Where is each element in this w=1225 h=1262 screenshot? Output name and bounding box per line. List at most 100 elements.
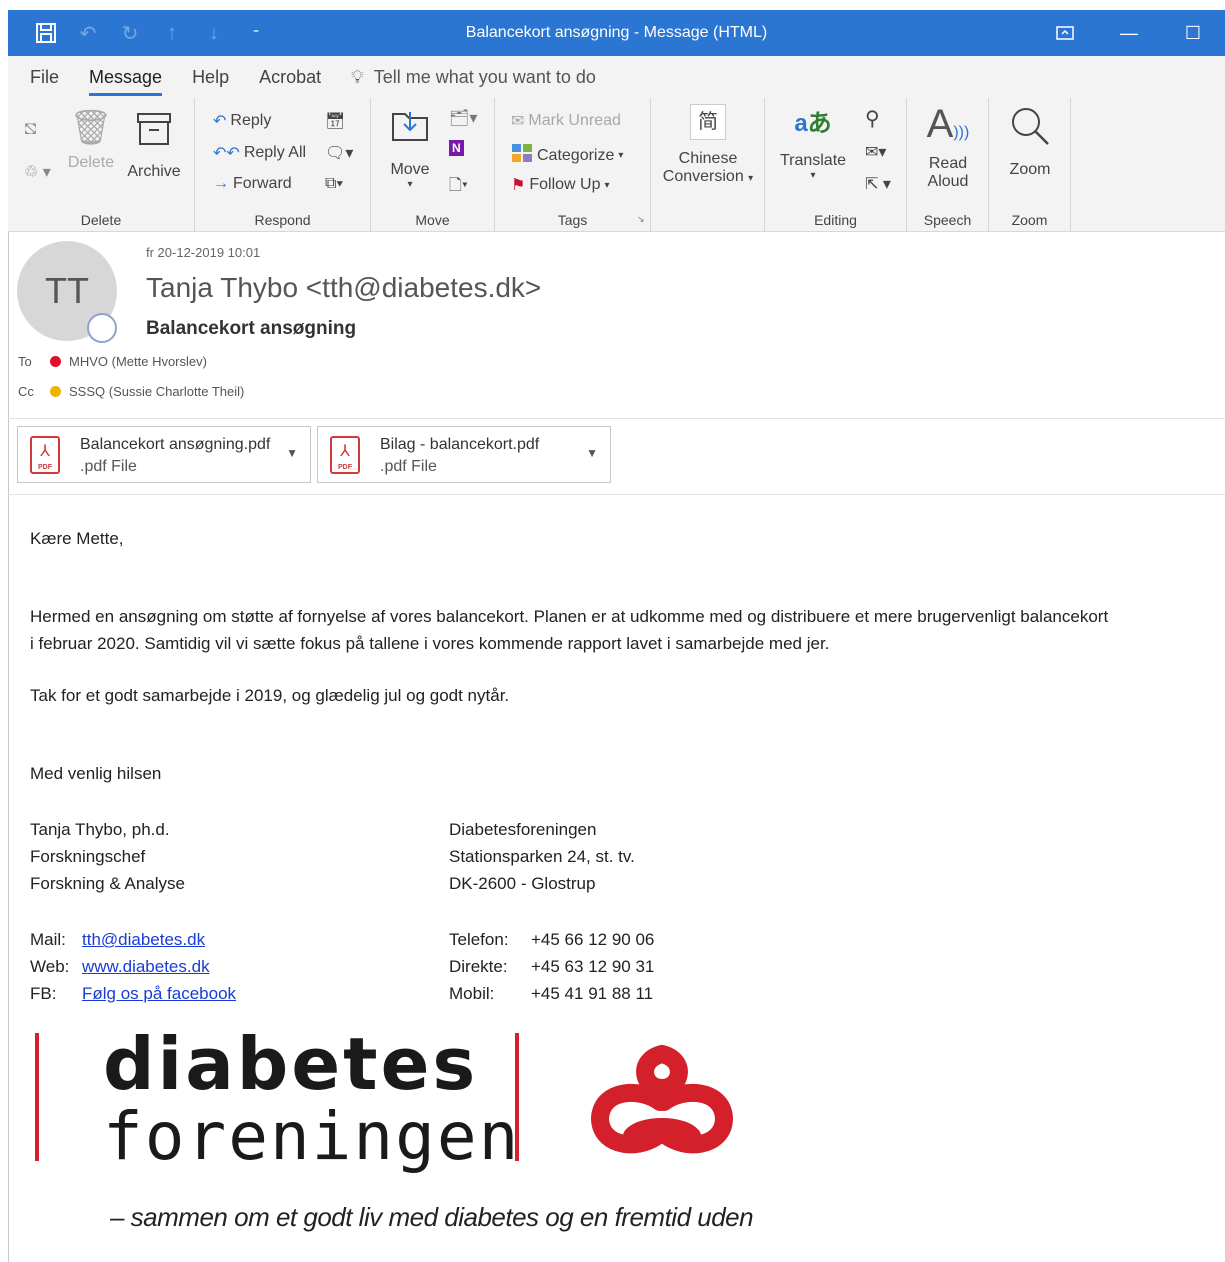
reply-button[interactable]: ↶ Reply [213, 111, 271, 131]
envelope-icon: ✉ [511, 113, 525, 130]
tab-help[interactable]: Help [192, 67, 229, 88]
away-status-icon [50, 386, 61, 397]
delete-button[interactable]: 🗑︎ Delete [66, 108, 116, 172]
body-paragraph-2: Tak for et godt samarbejde i 2019, og gl… [30, 686, 510, 705]
select-icon[interactable]: ⇱ ▾ [865, 174, 891, 194]
sent-date: fr 20-12-2019 10:01 [146, 245, 261, 260]
chinese-conversion-button[interactable]: 简 Chinese Conversion ▾ [657, 104, 759, 186]
ribbon: ⛞ ♲ ▾ 🗑︎ Delete Archive Delete ↶ Reply ↶↶… [8, 98, 1225, 232]
more-respond-icon[interactable]: ⧉▾ [325, 175, 343, 193]
chinese-conversion-label2: Conversion ▾ [662, 168, 754, 185]
ignore-icon[interactable]: ⛞ [24, 120, 37, 140]
signature-city: DK-2600 - Glostrup [449, 874, 596, 893]
signature-role: Forskningschef [30, 847, 146, 866]
sender-name[interactable]: Tanja Thybo <tth@diabetes.dk> [146, 272, 541, 304]
title-bar: ↶ ↻ ↑ ↓ ⁼ Balancekort ansøgning - Messag… [8, 10, 1225, 56]
im-reply-icon[interactable]: 🗨︎▾ [325, 143, 353, 163]
attachment-name: Bilag - balancekort.pdf [380, 436, 540, 453]
busy-status-icon [50, 356, 61, 367]
header-separator [8, 418, 1225, 419]
signature-street: Stationsparken 24, st. tv. [449, 847, 635, 866]
to-row: To MHVO (Mette Hvorslev) [18, 354, 207, 369]
zoom-button[interactable]: Zoom [995, 104, 1065, 179]
chevron-down-icon[interactable]: ▼ [586, 446, 598, 460]
categorize-button[interactable]: Categorize ▾ [511, 143, 623, 168]
cc-label: Cc [18, 384, 34, 399]
attachment-type: .pdf File [80, 458, 137, 475]
translate-button[interactable]: aあ Translate ▾ [779, 104, 847, 181]
follow-up-button[interactable]: ⚑ Follow Up ▾ [511, 175, 610, 195]
signature-links-block: Mail: tth@diabetes.dk Web: www.diabetes.dk… [30, 930, 237, 1003]
group-respond: ↶ Reply ↶↶ Reply All → Forward 📅︎ 🗨︎▾ ⧉▾ Re… [195, 98, 371, 232]
flag-icon: ⚑ [511, 177, 526, 194]
move-folder-icon [385, 104, 435, 153]
email-link[interactable]: tth@diabetes.dk [82, 930, 205, 949]
group-delete: ⛞ ♲ ▾ 🗑︎ Delete Archive Delete [8, 98, 195, 232]
presence-status-icon [87, 313, 117, 343]
rules-icon[interactable]: 🗂︎▾ [449, 108, 477, 128]
group-editing: aあ Translate ▾ ⚲ ✉▾ ⇱ ▾ Editing [765, 98, 907, 232]
forward-button[interactable]: → Forward [213, 175, 292, 193]
read-aloud-button[interactable]: A))) Read Aloud [913, 104, 983, 191]
translate-icon: aあ [794, 110, 832, 137]
tab-file[interactable]: File [30, 67, 59, 88]
tab-acrobat[interactable]: Acrobat [259, 67, 321, 88]
menu-tabs: File Message Help Acrobat 💡︎ Tell me wha… [8, 56, 1225, 98]
forward-icon: → [213, 175, 229, 192]
pdf-icon: ⅄ PDF [30, 436, 60, 474]
archive-button[interactable]: Archive [122, 108, 186, 181]
body-paragraph-1: Hermed en ansøgning om støtte af fornyel… [30, 607, 1109, 653]
logo-word-diabetes: diabetes [103, 1022, 479, 1106]
closing: Med venlig hilsen [30, 764, 162, 783]
logo-tagline: – sammen om et godt liv med diabetes og … [110, 1202, 754, 1232]
cleanup-icon[interactable]: ♲ ▾ [24, 162, 51, 182]
signature-phones-block: Telefon: +45 66 12 90 06 Direkte: +45 63 1… [449, 930, 655, 1003]
move-button[interactable]: Move ▾ [385, 104, 435, 190]
logo-divider-bar [515, 1033, 519, 1161]
attachment-name: Balancekort ansøgning.pdf [80, 436, 271, 453]
to-label: To [18, 354, 32, 369]
reply-all-button[interactable]: ↶↶ Reply All [213, 143, 306, 163]
reply-all-icon: ↶↶ [213, 145, 240, 162]
mark-unread-button[interactable]: ✉ Mark Unread [511, 111, 621, 131]
group-move: Move ▾ 🗂︎▾ N 🗋▾ Move [371, 98, 495, 232]
website-link[interactable]: www.diabetes.dk [82, 957, 210, 976]
categorize-icon [511, 143, 533, 168]
find-icon[interactable]: ⚲ [865, 106, 880, 131]
direct-value: +45 63 12 90 31 [531, 957, 655, 976]
lightbulb-icon: 💡︎ [351, 66, 364, 87]
archive-icon [122, 108, 186, 157]
actions-icon[interactable]: 🗋▾ [449, 174, 468, 201]
onenote-icon[interactable]: N [449, 140, 464, 156]
cc-recipient[interactable]: SSSQ (Sussie Charlotte Theil) [69, 384, 244, 399]
maximize-icon[interactable]: ☐ [1161, 10, 1225, 56]
signature-dept: Forskning & Analyse [30, 874, 185, 893]
to-recipient[interactable]: MHVO (Mette Hvorslev) [69, 354, 207, 369]
trash-icon: 🗑︎ [69, 109, 113, 147]
clover-logo-icon [582, 1040, 742, 1175]
magnifier-icon [995, 104, 1065, 157]
greeting: Kære Mette, [30, 529, 124, 548]
pdf-icon: ⅄ PDF [330, 436, 360, 474]
signature-org: Diabetesforeningen [449, 820, 597, 839]
window-left-border [8, 232, 9, 1262]
reply-icon: ↶ [213, 113, 227, 130]
signature-name: Tanja Thybo, ph.d. [30, 820, 170, 839]
ribbon-display-options-icon[interactable] [1033, 10, 1097, 56]
attachment[interactable]: ⅄ PDF Balancekort ansøgning.pdf .pdf File… [17, 426, 311, 483]
related-icon[interactable]: ✉▾ [865, 142, 886, 162]
meeting-icon[interactable]: 📅︎ [325, 111, 345, 131]
chevron-down-icon[interactable]: ▼ [286, 446, 298, 460]
group-speech: A))) Read Aloud Speech [907, 98, 989, 232]
group-chinese-conversion: 简 Chinese Conversion ▾ [651, 98, 765, 232]
mobile-value: +45 41 91 88 11 [531, 984, 654, 1003]
tab-message[interactable]: Message [89, 67, 163, 96]
minimize-icon[interactable]: — [1097, 10, 1161, 56]
read-aloud-icon: A))) [926, 102, 970, 146]
tell-me-search[interactable]: 💡︎ Tell me what you want to do [351, 67, 596, 88]
cc-row: Cc SSSQ (Sussie Charlotte Theil) [18, 384, 244, 399]
group-tags: ✉ Mark Unread Categorize ▾ ⚑ Follow Up ▾ ↘ T… [495, 98, 651, 232]
attachment[interactable]: ⅄ PDF Bilag - balancekort.pdf .pdf File ▼ [317, 426, 611, 483]
facebook-link[interactable]: Følg os på facebook [82, 984, 236, 1003]
signature-name-block: Tanja Thybo, ph.d. Forskningschef Forskn… [30, 816, 185, 897]
